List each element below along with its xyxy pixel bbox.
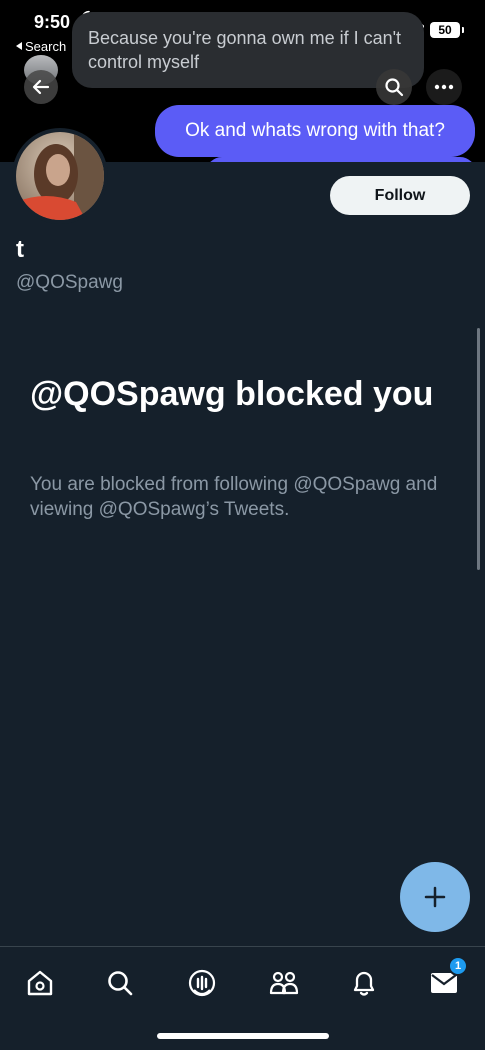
profile-search-button[interactable] (376, 69, 412, 105)
chat-bubble-partial (206, 157, 476, 162)
profile-handle: @QOSpawg (16, 272, 123, 293)
arrow-left-icon (32, 79, 50, 95)
notifications-icon (353, 971, 375, 996)
status-time: 9:50 (34, 12, 71, 32)
home-indicator[interactable] (157, 1033, 329, 1039)
more-horizontal-icon (434, 84, 454, 90)
home-icon (27, 970, 53, 996)
battery-indicator: 50 (430, 22, 464, 38)
search-icon (385, 78, 404, 97)
chat-bubble: Ok and whats wrong with that? (155, 105, 475, 157)
more-options-button[interactable] (426, 69, 462, 105)
tab-notifications[interactable] (342, 961, 386, 1005)
search-icon (108, 971, 133, 996)
tab-home[interactable] (18, 961, 62, 1005)
tab-spaces[interactable] (180, 961, 224, 1005)
tab-search[interactable] (98, 961, 142, 1005)
avatar-photo (16, 132, 104, 220)
messages-badge: 1 (448, 956, 468, 976)
blocked-heading: @QOSpawg blocked you (30, 375, 434, 413)
blocked-description: You are blocked from following @QOSpawg … (30, 474, 438, 520)
back-to-app-link[interactable]: Search (16, 39, 66, 54)
communities-icon (269, 971, 299, 995)
profile-avatar[interactable] (12, 128, 108, 224)
scrollbar[interactable] (477, 328, 480, 570)
tab-communities[interactable] (262, 961, 306, 1005)
profile-name: t (16, 236, 24, 263)
follow-button[interactable]: Follow (330, 176, 470, 215)
notification-banner[interactable]: Because you're gonna own me if I can't c… (72, 12, 424, 88)
back-triangle-icon (16, 42, 22, 50)
notification-message: Because you're gonna own me if I can't c… (88, 28, 402, 72)
spaces-icon (188, 969, 216, 997)
back-app-label: Search (25, 39, 67, 54)
back-button[interactable] (24, 70, 58, 104)
plus-icon (424, 886, 446, 908)
compose-tweet-button[interactable] (400, 862, 470, 932)
